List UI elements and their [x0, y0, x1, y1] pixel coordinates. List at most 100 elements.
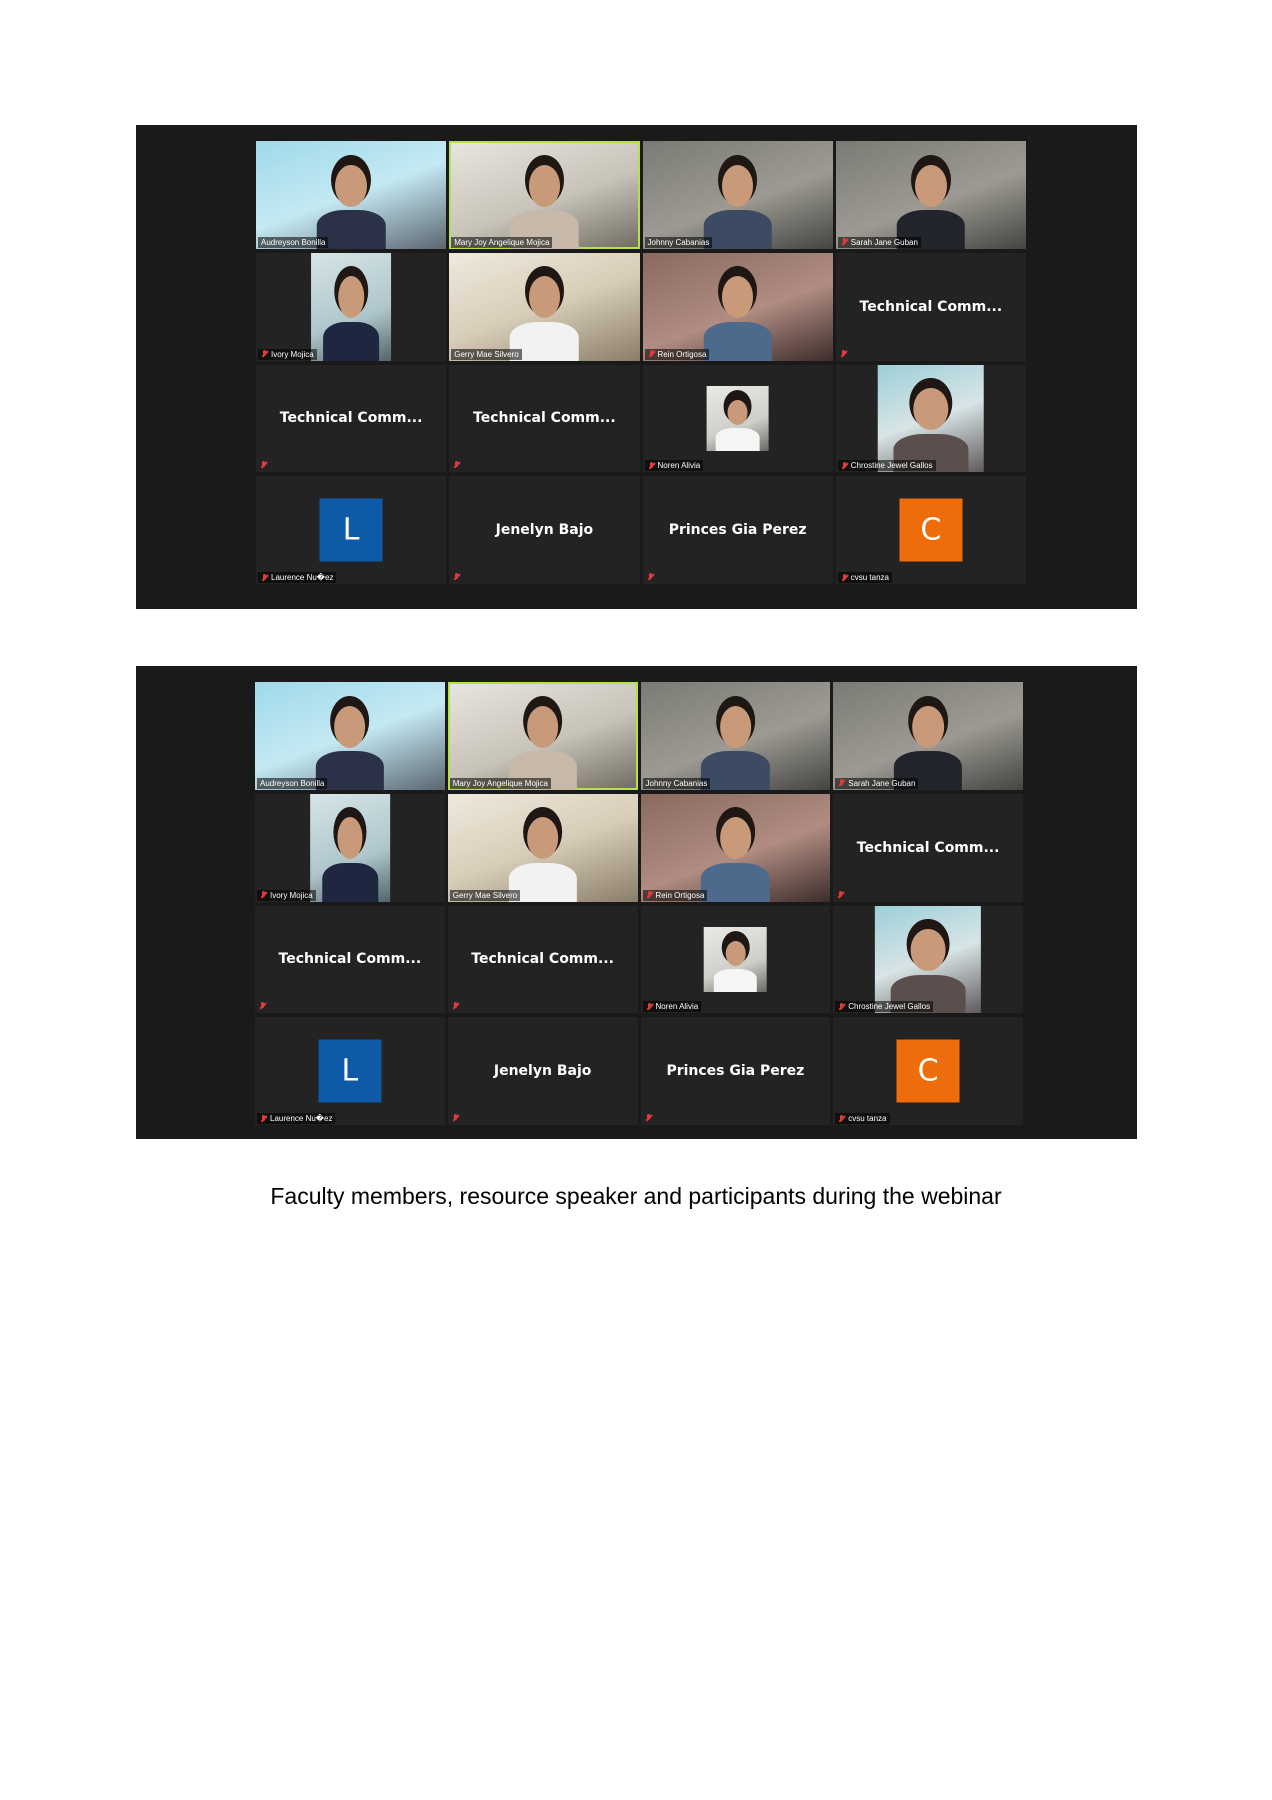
name-only-tile[interactable]: Technical Comm... [447, 905, 638, 1014]
participant-name-label: Chrostine Jewel Gallos [837, 460, 936, 472]
mic-muted-icon [646, 891, 653, 899]
participant-display-name: Princes Gia Perez [668, 522, 807, 539]
participant-name-label: Mary Joy Angelique Mojica [451, 236, 553, 248]
participant-display-name: Jenelyn Bajo [495, 522, 594, 539]
mic-muted-icon [838, 779, 845, 787]
mic-muted-icon [645, 1114, 652, 1122]
mic-muted-icon [648, 461, 655, 470]
video-tile[interactable]: Sarah Jane Guban [835, 141, 1026, 249]
video-tile[interactable]: Sarah Jane Guban [833, 682, 1023, 790]
video-tile[interactable]: Ivory Mojica [255, 793, 445, 902]
avatar: L [319, 498, 383, 562]
participant-name-label: cvsu tanza [835, 1113, 890, 1124]
participant-display-name: Technical Comm... [859, 298, 1003, 315]
participant-name-label: Rein Ortigosa [644, 348, 710, 360]
name-only-tile[interactable]: Jenelyn Bajo [449, 476, 640, 584]
mic-muted-icon [259, 1002, 266, 1010]
gallery-grid: Audreyson Bonilla Mary Joy Angelique Moj… [256, 141, 1026, 584]
figure-caption: Faculty members, resource speaker and pa… [270, 1183, 1002, 1209]
participant-display-name: Technical Comm... [856, 839, 1000, 856]
participant-name-label: Ivory Mojica [257, 889, 316, 901]
participant-display-name: Jenelyn Bajo [493, 1063, 592, 1080]
name-only-tile[interactable]: Princes Gia Perez [640, 1017, 831, 1125]
mic-muted-icon [837, 890, 844, 899]
participant-display-name: Technical Comm... [473, 410, 616, 427]
mic-muted-icon [260, 461, 267, 469]
name-only-tile[interactable]: Princes Gia Perez [642, 476, 833, 584]
video-tile[interactable]: Johnny Cabanias [640, 682, 831, 790]
participant-name-label: Johnny Cabanias [642, 777, 711, 789]
participant-video [310, 793, 390, 902]
participant-name-label: Sarah Jane Guban [837, 236, 921, 248]
mic-muted-icon [453, 573, 460, 581]
participant-video [701, 817, 770, 902]
video-tile[interactable]: Noren Alivia [642, 364, 833, 473]
video-tile[interactable]: Noren Alivia [640, 905, 831, 1014]
mic-muted-icon [260, 1114, 267, 1123]
participant-video [706, 386, 770, 451]
participant-name-label: Mary Joy Angelique Mojica [449, 777, 551, 789]
participant-name-label: Chrostine Jewel Gallos [835, 1001, 934, 1013]
video-tile[interactable]: Chrostine Jewel Gallos [833, 905, 1023, 1014]
participant-name-label: Audreyson Bonilla [257, 777, 328, 789]
participant-name-label: Noren Alivia [644, 460, 704, 472]
meeting-screenshot-2: Audreyson Bonilla Mary Joy Angelique Moj… [136, 666, 1137, 1139]
participant-video [704, 927, 767, 992]
mic-muted-icon [648, 350, 655, 358]
mic-muted-icon [646, 1002, 653, 1011]
mic-muted-icon [840, 349, 847, 358]
mic-muted-icon [647, 573, 654, 581]
name-only-tile[interactable]: Technical Comm... [449, 364, 640, 473]
video-tile[interactable]: Gerry Mae Silvero [447, 793, 638, 902]
participant-display-name: Princes Gia Perez [666, 1063, 805, 1080]
mic-muted-icon [261, 573, 268, 582]
video-tile[interactable]: Audreyson Bonilla [256, 141, 447, 249]
avatar: L [318, 1039, 382, 1103]
participant-name-label: Audreyson Bonilla [258, 236, 329, 248]
participant-name-label: Sarah Jane Guban [835, 777, 919, 789]
video-tile[interactable]: Audreyson Bonilla [255, 682, 445, 790]
mic-muted-icon [841, 238, 848, 246]
avatar-tile[interactable]: C cvsu tanza [835, 476, 1026, 584]
meeting-screenshot-1: Audreyson Bonilla Mary Joy Angelique Moj… [136, 125, 1137, 609]
name-only-tile[interactable]: Jenelyn Bajo [447, 1017, 638, 1125]
participant-name-label: Johnny Cabanias [644, 236, 713, 248]
participant-name-label: Rein Ortigosa [642, 889, 708, 901]
participant-video [703, 276, 772, 361]
participant-display-name: Technical Comm... [471, 951, 614, 968]
avatar-tile[interactable]: L Laurence Nu�ez [255, 1017, 445, 1125]
video-tile[interactable]: Rein Ortigosa [640, 793, 831, 902]
participant-name-label: Gerry Mae Silvero [451, 348, 522, 360]
avatar-tile[interactable]: L Laurence Nu�ez [256, 476, 447, 584]
avatar-tile[interactable]: C cvsu tanza [833, 1017, 1023, 1125]
gallery-grid: Audreyson Bonilla Mary Joy Angelique Moj… [255, 682, 1023, 1125]
participant-name-label: Laurence Nu�ez [258, 572, 337, 583]
video-tile[interactable]: Johnny Cabanias [642, 141, 833, 249]
video-tile[interactable]: Chrostine Jewel Gallos [835, 364, 1026, 473]
video-tile[interactable]: Rein Ortigosa [642, 252, 833, 361]
participant-name-label: Gerry Mae Silvero [449, 889, 521, 901]
video-tile[interactable]: Gerry Mae Silvero [449, 252, 640, 361]
mic-muted-icon [838, 1002, 845, 1011]
name-only-tile[interactable]: Technical Comm... [256, 364, 447, 473]
name-only-tile[interactable]: Technical Comm... [833, 793, 1023, 902]
participant-name-label: Noren Alivia [642, 1001, 702, 1013]
participant-display-name: Technical Comm... [278, 951, 422, 968]
participant-display-name: Technical Comm... [279, 410, 423, 427]
name-only-tile[interactable]: Technical Comm... [835, 252, 1026, 361]
video-tile-active-speaker[interactable]: Mary Joy Angelique Mojica [447, 682, 638, 790]
video-tile-active-speaker[interactable]: Mary Joy Angelique Mojica [449, 141, 640, 249]
video-tile[interactable]: Ivory Mojica [256, 252, 447, 361]
mic-muted-icon [838, 1114, 845, 1123]
name-only-tile[interactable]: Technical Comm... [255, 905, 445, 1014]
mic-muted-icon [841, 573, 848, 582]
avatar: C [896, 1039, 960, 1103]
participant-video [701, 705, 770, 790]
participant-name-label: Ivory Mojica [258, 348, 317, 360]
participant-video [877, 364, 985, 473]
avatar: C [899, 498, 963, 562]
mic-muted-icon [452, 1002, 459, 1010]
participant-video [311, 252, 392, 361]
mic-muted-icon [452, 1114, 459, 1122]
mic-muted-icon [453, 461, 460, 469]
